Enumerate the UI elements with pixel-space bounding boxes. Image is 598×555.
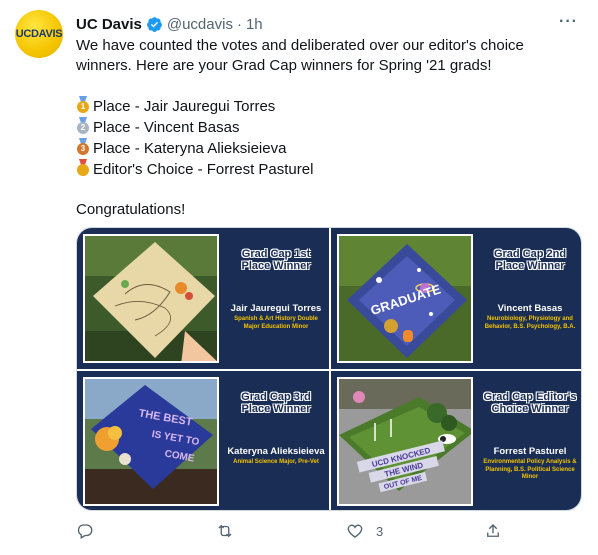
list-item: 2 Place - Vincent Basas [76, 117, 566, 138]
avatar-logo-text: UCDAVIS [15, 28, 63, 40]
author-name[interactable]: UC Davis [76, 16, 142, 33]
retweet-button[interactable] [216, 522, 234, 540]
winner-label: Grad Cap 2nd Place Winner Vincent Basas … [477, 228, 581, 369]
winner-label: Grad Cap 3rd Place Winner Kateryna Aliek… [223, 371, 329, 510]
media-tile[interactable]: UCD KNOCKED THE WIND OUT OF ME Grad Cap … [331, 371, 581, 510]
retweet-icon [218, 524, 232, 538]
separator-dot: · [236, 15, 242, 33]
tweet-intro: We have counted the votes and deliberate… [76, 37, 524, 74]
heart-icon [347, 524, 363, 538]
share-button[interactable] [484, 522, 502, 540]
like-button[interactable]: 3 [346, 522, 383, 540]
winner-major: Animal Science Major, Pre-Vet [233, 459, 319, 465]
winner-name: Forrest Pasturel [493, 446, 567, 457]
tweet-text: We have counted the votes and deliberate… [76, 36, 566, 220]
list-item: 1 Place - Jair Jauregui Torres [76, 96, 566, 117]
first-place-medal-icon: 1 [76, 96, 90, 114]
winner-major: Neurobiology, Physiology and Behavior, B… [484, 316, 576, 330]
author-handle[interactable]: @ucdavis [167, 16, 233, 33]
more-options-icon[interactable]: ··· [559, 13, 578, 31]
cap-photo: THE BEST IS YET TO COME [83, 377, 219, 506]
media-tile[interactable]: GRADUATE Grad Cap 2nd Place Winner Vince… [331, 228, 581, 369]
reply-button[interactable] [76, 522, 94, 540]
winner-major: Environmental Policy Analysis & Planning… [483, 459, 577, 480]
tweet-header: UC Davis @ucdavis · 1h ··· [76, 13, 578, 35]
share-icon [487, 524, 499, 537]
cap-photo [83, 234, 219, 363]
list-item: Editor's Choice - Forrest Pasturel [76, 159, 566, 180]
list-item: 3 Place - Kateryna Alieksieieva [76, 138, 566, 159]
sports-medal-icon [76, 159, 90, 177]
reply-icon [77, 524, 93, 539]
award-title: Grad Cap 3rd Place Winner [241, 391, 311, 415]
tweet-actions: 3 [76, 522, 576, 546]
cap-photo: UCD KNOCKED THE WIND OUT OF ME [337, 377, 473, 506]
third-place-medal-icon: 3 [76, 138, 90, 156]
winner-name: Jair Jauregui Torres [230, 303, 322, 314]
award-title: Grad Cap 1st Place Winner [241, 248, 311, 272]
media-grid: Grad Cap 1st Place Winner Jair Jauregui … [76, 227, 582, 511]
winner-label: Grad Cap 1st Place Winner Jair Jauregui … [223, 228, 329, 369]
second-place-medal-icon: 2 [76, 117, 90, 135]
media-tile[interactable]: Grad Cap 1st Place Winner Jair Jauregui … [77, 228, 329, 369]
winner-name: Kateryna Alieksieieva [227, 446, 325, 457]
media-tile[interactable]: THE BEST IS YET TO COME Grad Cap 3rd Pla… [77, 371, 329, 510]
award-title: Grad Cap 2nd Place Winner [493, 248, 567, 272]
verified-badge-icon [146, 16, 162, 32]
winner-label: Grad Cap Editor's Choice Winner Forrest … [477, 371, 581, 510]
timestamp[interactable]: 1h [246, 16, 263, 33]
like-count: 3 [376, 523, 384, 539]
award-title: Grad Cap Editor's Choice Winner [483, 391, 577, 415]
cap-photo: GRADUATE [337, 234, 473, 363]
avatar[interactable]: UCDAVIS [15, 10, 63, 58]
winner-major: Spanish & Art History Double Major Educa… [234, 316, 318, 330]
tweet-closing: Congratulations! [76, 201, 186, 218]
winner-name: Vincent Basas [497, 303, 563, 314]
